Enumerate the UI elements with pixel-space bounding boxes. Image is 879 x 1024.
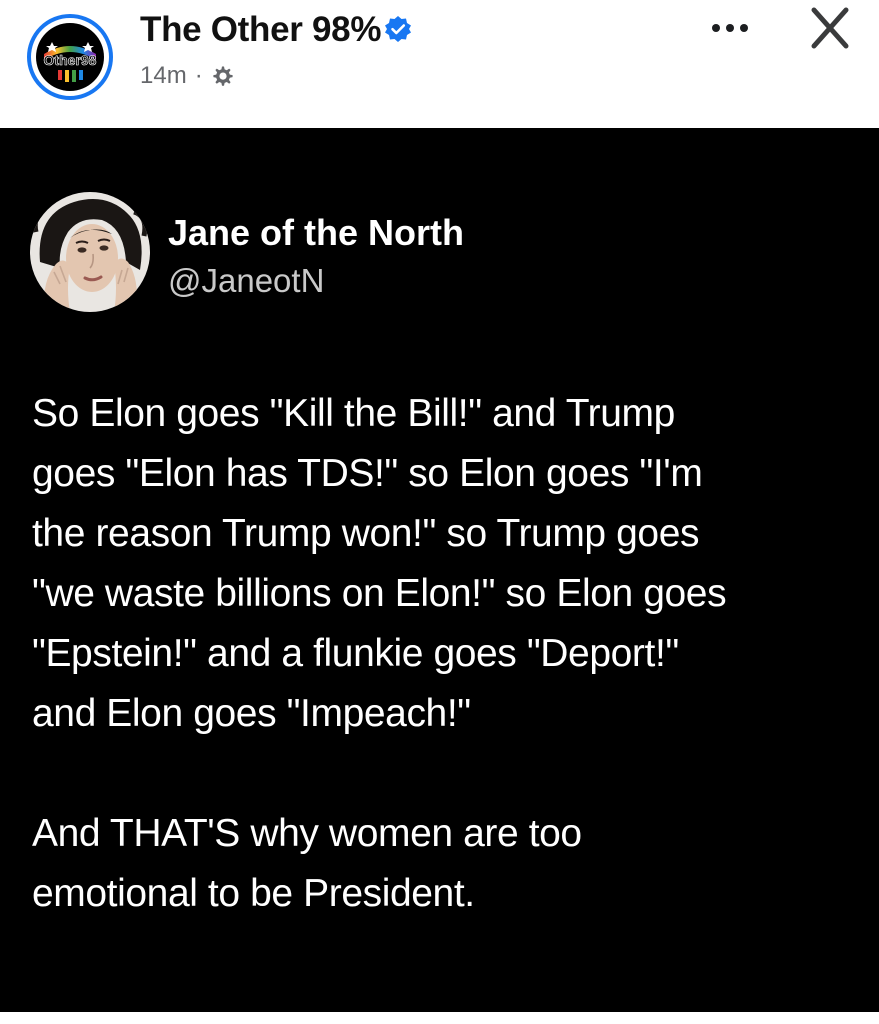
post-footer-divider <box>0 1012 879 1024</box>
post-image[interactable]: Jane of the North @JaneotN So Elon goes … <box>0 128 879 1012</box>
gear-icon[interactable] <box>211 64 235 88</box>
author-portrait-image <box>30 192 150 312</box>
other98-logo-icon: Other98 <box>27 14 113 100</box>
avatar-logo-text: Other98 <box>44 52 97 68</box>
post-timestamp[interactable]: 14m <box>140 62 187 90</box>
meta-separator: · <box>194 62 203 89</box>
tweet-paragraph: So Elon goes "Kill the Bill!" and Trump … <box>32 392 727 735</box>
tweet-author-handle: @JaneotN <box>168 262 325 299</box>
page-avatar[interactable]: Other98 <box>22 14 122 100</box>
tweet-paragraph: And THAT'S why women are too emotional t… <box>32 812 582 915</box>
post-header: Other98 The Other 98% 14m · <box>0 0 879 128</box>
verified-badge-icon <box>385 16 411 42</box>
tweet-author-name: Jane of the North <box>168 212 465 253</box>
tweet-author-avatar <box>30 192 150 312</box>
close-icon[interactable] <box>800 2 860 54</box>
more-options-icon[interactable] <box>704 8 756 48</box>
post-meta: 14m · <box>140 60 235 92</box>
page-name[interactable]: The Other 98% <box>140 10 381 50</box>
tweet-text: So Elon goes "Kill the Bill!" and Trump … <box>32 384 852 924</box>
